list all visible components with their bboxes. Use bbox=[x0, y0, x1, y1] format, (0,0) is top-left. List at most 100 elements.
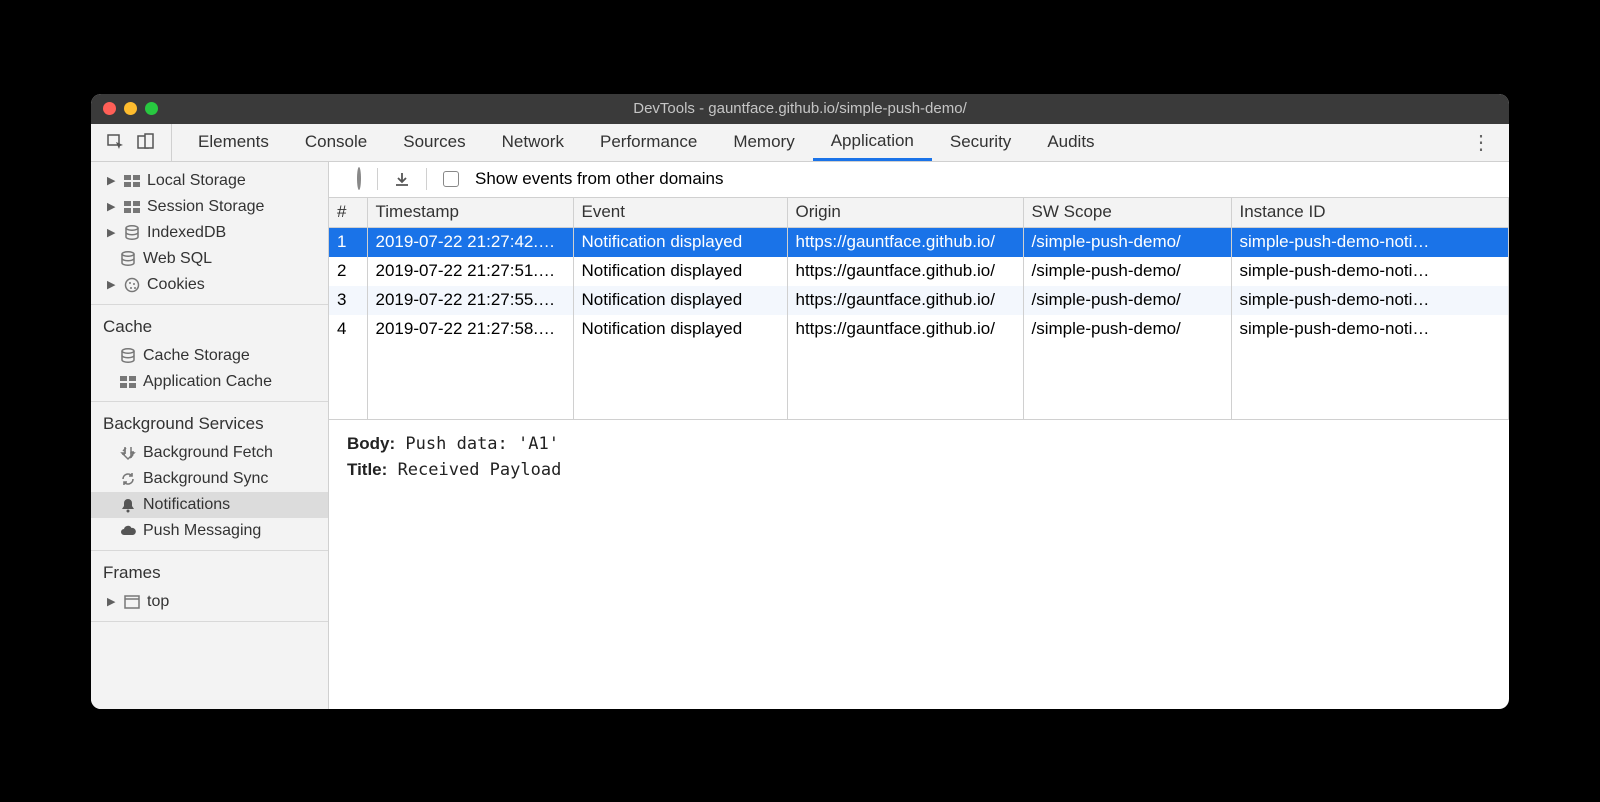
table-row-empty bbox=[329, 344, 1509, 420]
sidebar-item-push-messaging[interactable]: Push Messaging bbox=[91, 518, 328, 544]
cell-scope: /simple-push-demo/ bbox=[1023, 315, 1231, 344]
titlebar: DevTools - gauntface.github.io/simple-pu… bbox=[91, 94, 1509, 124]
cell-scope: /simple-push-demo/ bbox=[1023, 257, 1231, 286]
sidebar-item-background-sync[interactable]: Background Sync bbox=[91, 466, 328, 492]
sidebar-item-label: Notifications bbox=[143, 496, 230, 514]
col-num[interactable]: # bbox=[329, 198, 367, 228]
storage-icon bbox=[123, 201, 141, 213]
save-button[interactable] bbox=[394, 171, 410, 187]
cell-num: 3 bbox=[329, 286, 367, 315]
tab-performance[interactable]: Performance bbox=[582, 124, 715, 161]
cookie-icon bbox=[123, 277, 141, 293]
sidebar-heading-cache: Cache bbox=[91, 311, 328, 343]
sidebar-item-indexeddb[interactable]: ▶ IndexedDB bbox=[91, 220, 328, 246]
divider bbox=[426, 168, 427, 190]
sidebar-item-websql[interactable]: Web SQL bbox=[91, 246, 328, 272]
database-icon bbox=[119, 348, 137, 364]
show-other-domains-label: Show events from other domains bbox=[475, 169, 724, 189]
fetch-icon bbox=[119, 445, 137, 461]
cloud-icon bbox=[119, 525, 137, 537]
show-other-domains-checkbox[interactable] bbox=[443, 171, 459, 187]
sidebar-group-background-services: Background Services Background Fetch Bac… bbox=[91, 402, 328, 551]
tab-application[interactable]: Application bbox=[813, 124, 932, 161]
sidebar-item-local-storage[interactable]: ▶ Local Storage bbox=[91, 168, 328, 194]
detail-body: Body: Push data: 'A1' bbox=[347, 434, 1491, 454]
content-panel: Show events from other domains # Timesta… bbox=[329, 162, 1509, 709]
cell-num: 4 bbox=[329, 315, 367, 344]
tab-sources[interactable]: Sources bbox=[385, 124, 483, 161]
sidebar-item-label: Cookies bbox=[147, 276, 205, 294]
sidebar-item-label: Local Storage bbox=[147, 172, 246, 190]
more-menu-icon[interactable]: ⋮ bbox=[1453, 130, 1509, 155]
cell-origin: https://gauntface.github.io/ bbox=[787, 286, 1023, 315]
cell-scope: /simple-push-demo/ bbox=[1023, 286, 1231, 315]
tab-network[interactable]: Network bbox=[484, 124, 582, 161]
event-details: Body: Push data: 'A1' Title: Received Pa… bbox=[329, 420, 1509, 500]
table-row[interactable]: 32019-07-22 21:27:55.…Notification displ… bbox=[329, 286, 1509, 315]
sidebar-heading-frames: Frames bbox=[91, 557, 328, 589]
clear-button[interactable] bbox=[357, 169, 361, 189]
sidebar-item-label: top bbox=[147, 593, 169, 611]
window-title: DevTools - gauntface.github.io/simple-pu… bbox=[91, 100, 1509, 117]
cell-num: 1 bbox=[329, 228, 367, 257]
col-instanceid[interactable]: Instance ID bbox=[1231, 198, 1509, 228]
panel-tabs: ElementsConsoleSourcesNetworkPerformance… bbox=[91, 124, 1509, 162]
sidebar-item-cache-storage[interactable]: Cache Storage bbox=[91, 343, 328, 369]
minimize-button[interactable] bbox=[124, 102, 137, 115]
expand-icon: ▶ bbox=[107, 278, 117, 291]
cell-ts: 2019-07-22 21:27:58.… bbox=[367, 315, 573, 344]
col-swscope[interactable]: SW Scope bbox=[1023, 198, 1231, 228]
sidebar-item-session-storage[interactable]: ▶ Session Storage bbox=[91, 194, 328, 220]
storage-icon bbox=[119, 376, 137, 388]
sidebar-item-label: Session Storage bbox=[147, 198, 264, 216]
sidebar-item-application-cache[interactable]: Application Cache bbox=[91, 369, 328, 395]
cell-event: Notification displayed bbox=[573, 315, 787, 344]
tab-security[interactable]: Security bbox=[932, 124, 1029, 161]
sidebar-item-notifications[interactable]: Notifications bbox=[91, 492, 328, 518]
sidebar-item-label: Cache Storage bbox=[143, 347, 250, 365]
download-icon bbox=[394, 171, 410, 187]
table-row[interactable]: 12019-07-22 21:27:42.…Notification displ… bbox=[329, 228, 1509, 257]
sidebar-item-label: Background Fetch bbox=[143, 444, 273, 462]
inspect-element-icon[interactable] bbox=[107, 133, 125, 151]
expand-icon: ▶ bbox=[107, 595, 117, 608]
main: ▶ Local Storage ▶ Session Storage ▶ Inde… bbox=[91, 162, 1509, 709]
device-toolbar-icon[interactable] bbox=[137, 133, 155, 151]
tab-elements[interactable]: Elements bbox=[180, 124, 287, 161]
sidebar-item-label: Web SQL bbox=[143, 250, 212, 268]
application-sidebar: ▶ Local Storage ▶ Session Storage ▶ Inde… bbox=[91, 162, 329, 709]
sidebar-group-cache: Cache Cache Storage Application Cache bbox=[91, 305, 328, 402]
sidebar-item-label: IndexedDB bbox=[147, 224, 226, 242]
tab-console[interactable]: Console bbox=[287, 124, 385, 161]
close-button[interactable] bbox=[103, 102, 116, 115]
sidebar-item-label: Application Cache bbox=[143, 373, 272, 391]
col-event[interactable]: Event bbox=[573, 198, 787, 228]
cell-ts: 2019-07-22 21:27:42.… bbox=[367, 228, 573, 257]
database-icon bbox=[123, 225, 141, 241]
toolbar-device-icons bbox=[91, 124, 172, 161]
tab-audits[interactable]: Audits bbox=[1029, 124, 1112, 161]
sidebar-group-storage: ▶ Local Storage ▶ Session Storage ▶ Inde… bbox=[91, 162, 328, 305]
notifications-toolbar: Show events from other domains bbox=[329, 162, 1509, 198]
col-timestamp[interactable]: Timestamp bbox=[367, 198, 573, 228]
sidebar-group-frames: Frames ▶ top bbox=[91, 551, 328, 622]
tabs: ElementsConsoleSourcesNetworkPerformance… bbox=[172, 124, 1113, 161]
detail-body-value: Push data: 'A1' bbox=[405, 434, 559, 454]
detail-title-label: Title: bbox=[347, 460, 387, 479]
col-origin[interactable]: Origin bbox=[787, 198, 1023, 228]
table-row[interactable]: 42019-07-22 21:27:58.…Notification displ… bbox=[329, 315, 1509, 344]
sidebar-item-cookies[interactable]: ▶ Cookies bbox=[91, 272, 328, 298]
maximize-button[interactable] bbox=[145, 102, 158, 115]
bell-icon bbox=[119, 497, 137, 513]
cell-num: 2 bbox=[329, 257, 367, 286]
window-controls bbox=[103, 102, 158, 115]
sidebar-item-label: Push Messaging bbox=[143, 522, 261, 540]
sidebar-item-background-fetch[interactable]: Background Fetch bbox=[91, 440, 328, 466]
expand-icon: ▶ bbox=[107, 200, 117, 213]
tab-memory[interactable]: Memory bbox=[715, 124, 812, 161]
cell-instance: simple-push-demo-noti… bbox=[1231, 315, 1509, 344]
table-row[interactable]: 22019-07-22 21:27:51.…Notification displ… bbox=[329, 257, 1509, 286]
cell-event: Notification displayed bbox=[573, 228, 787, 257]
sidebar-item-top-frame[interactable]: ▶ top bbox=[91, 589, 328, 615]
cell-scope: /simple-push-demo/ bbox=[1023, 228, 1231, 257]
